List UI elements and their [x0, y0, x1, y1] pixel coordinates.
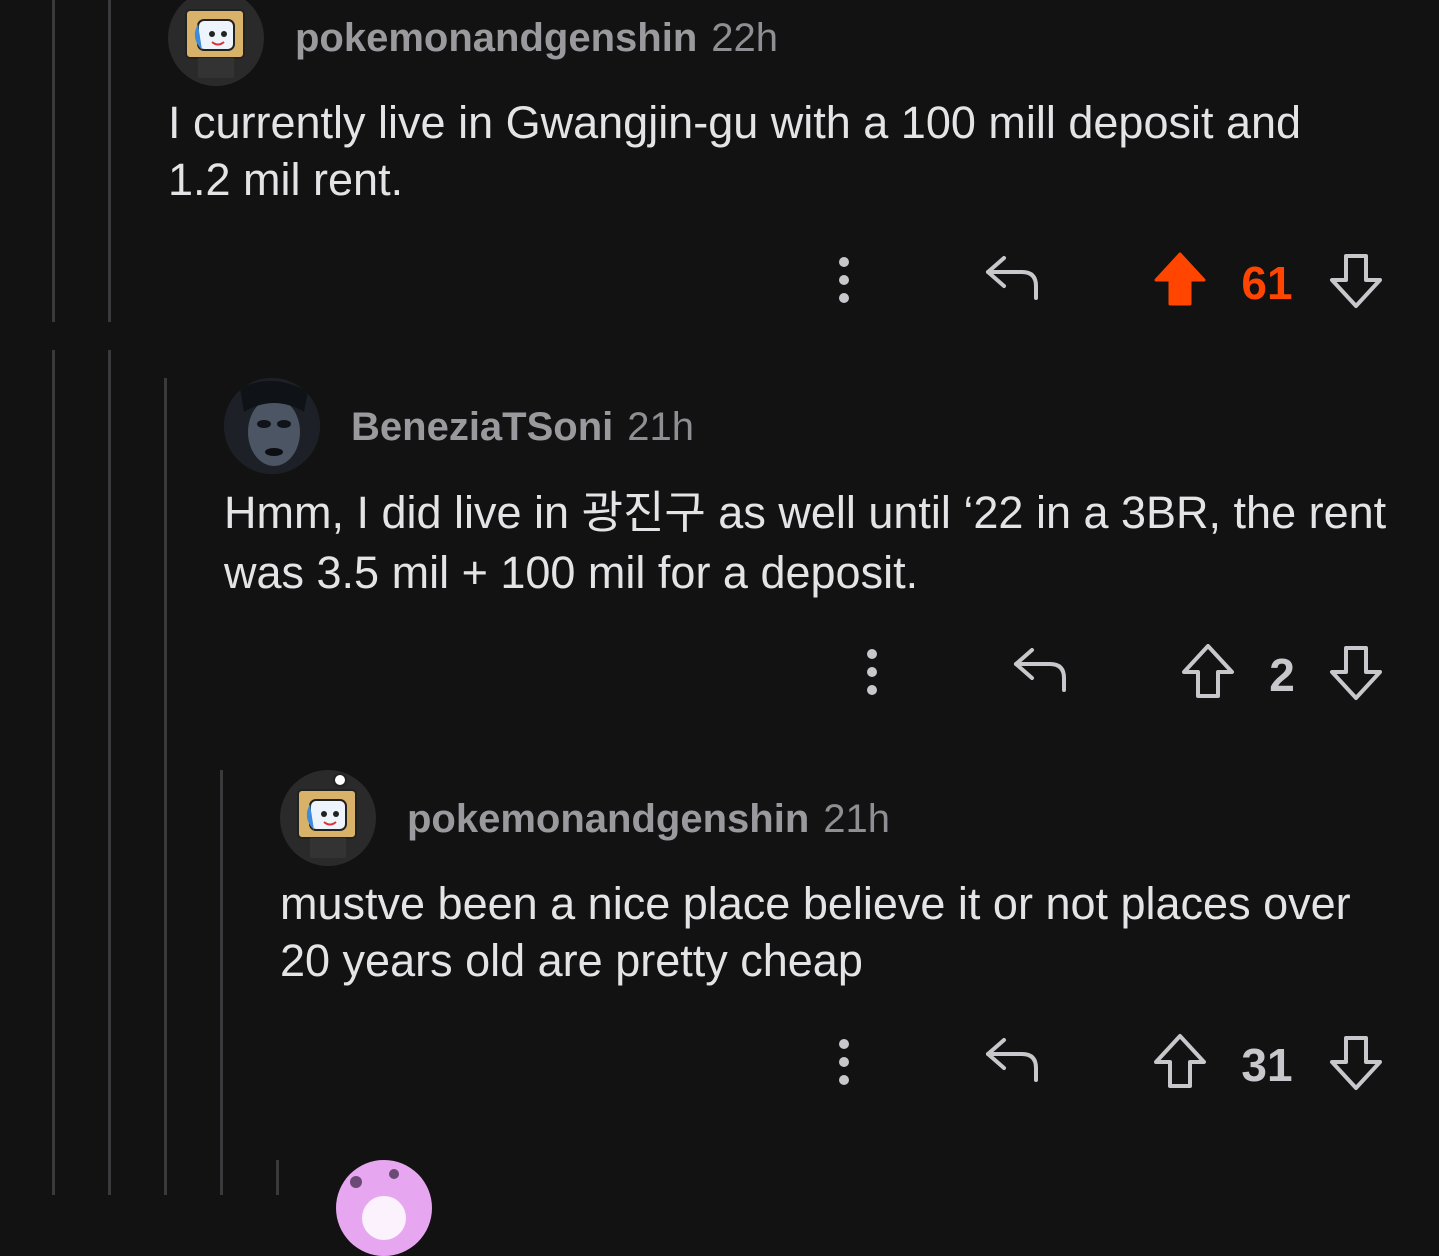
reply-icon — [1014, 648, 1066, 692]
downvote-button[interactable] — [1328, 644, 1384, 702]
comment-body: Hmm, I did live in 광진구 as well until ‘22… — [224, 487, 1387, 598]
vote-count: 61 — [1241, 257, 1293, 309]
upvote-button[interactable] — [1152, 1032, 1208, 1090]
comment-meta: pokemonandgenshin 22h — [295, 16, 778, 61]
downvote-icon — [1330, 254, 1382, 308]
downvote-button[interactable] — [1328, 1034, 1384, 1092]
snoo-icon — [350, 1169, 406, 1240]
upvote-icon — [1182, 644, 1234, 698]
avatar[interactable] — [336, 1160, 432, 1256]
username[interactable]: BeneziaTSoni — [351, 405, 613, 449]
tv-box-head-icon — [297, 773, 357, 858]
upvote-icon — [1154, 1034, 1206, 1088]
tv-box-head-icon — [185, 9, 245, 78]
avatar[interactable] — [280, 770, 376, 866]
comment-meta: BeneziaTSoni 21h — [351, 405, 694, 450]
downvote-icon — [1330, 1036, 1382, 1090]
timestamp: 21h — [627, 405, 695, 449]
thread-line — [164, 378, 167, 1195]
avatar[interactable] — [168, 0, 264, 86]
more-vertical-icon — [867, 649, 877, 695]
vote-count: 2 — [1269, 649, 1295, 701]
dark-face-icon — [224, 378, 320, 474]
reply-icon — [986, 1038, 1038, 1082]
reply-button[interactable] — [1010, 644, 1070, 696]
comment-body: mustve been a nice place believe it or n… — [280, 878, 1351, 986]
thread-line — [52, 0, 55, 322]
username[interactable]: pokemonandgenshin — [407, 797, 809, 841]
comment-body: I currently live in Gwangjin-gu with a 1… — [168, 97, 1302, 205]
more-options-button[interactable] — [822, 1034, 866, 1090]
upvote-button[interactable] — [1180, 642, 1236, 700]
thread-line — [52, 350, 55, 1195]
upvote-filled-icon — [1154, 252, 1206, 306]
downvote-icon — [1330, 646, 1382, 700]
thread-line — [108, 350, 111, 1195]
more-vertical-icon — [839, 257, 849, 303]
vote-count: 31 — [1241, 1039, 1293, 1091]
more-options-button[interactable] — [822, 252, 866, 308]
upvote-button[interactable] — [1152, 250, 1208, 308]
reply-button[interactable] — [982, 1034, 1042, 1086]
comment-meta: pokemonandgenshin 21h — [407, 797, 890, 842]
thread-line — [276, 1160, 279, 1195]
reply-icon — [986, 256, 1038, 300]
avatar[interactable] — [224, 378, 320, 474]
more-options-button[interactable] — [850, 644, 894, 700]
username[interactable]: pokemonandgenshin — [295, 16, 697, 60]
timestamp: 22h — [711, 16, 778, 60]
more-vertical-icon — [839, 1039, 849, 1085]
reply-button[interactable] — [982, 252, 1042, 304]
downvote-button[interactable] — [1328, 252, 1384, 310]
thread-line — [108, 0, 111, 322]
timestamp: 21h — [823, 797, 890, 841]
thread-line — [220, 770, 223, 1195]
